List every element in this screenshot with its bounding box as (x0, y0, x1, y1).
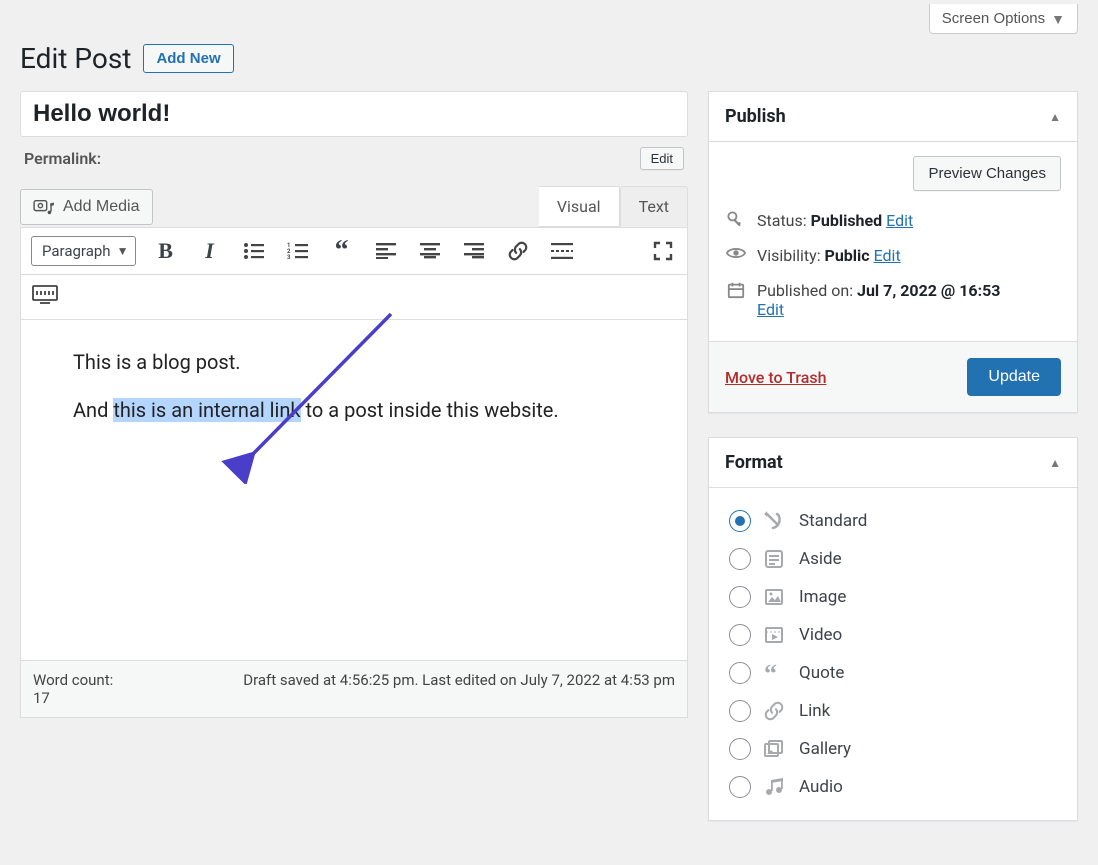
tab-text[interactable]: Text (620, 186, 688, 227)
key-icon (725, 211, 747, 229)
format-option-link[interactable]: Link (725, 692, 1061, 730)
add-new-button[interactable]: Add New (143, 44, 233, 73)
read-more-button[interactable] (548, 237, 576, 265)
calendar-icon (725, 281, 747, 299)
collapse-publish-button[interactable]: ▲ (1049, 110, 1061, 124)
format-option-video[interactable]: Video (725, 616, 1061, 654)
annotation-arrow (221, 304, 421, 484)
post-title-input[interactable] (20, 91, 688, 137)
svg-text:3: 3 (287, 254, 291, 260)
status-label: Status: (757, 211, 811, 230)
content-line-2: And this is an internal link to a post i… (73, 398, 635, 422)
permalink-label: Permalink: (24, 149, 101, 168)
visibility-value: Public (825, 246, 870, 265)
radio-video[interactable] (729, 624, 751, 646)
chevron-down-icon: ▼ (117, 244, 129, 258)
format-option-standard[interactable]: Standard (725, 502, 1061, 540)
edit-status-link[interactable]: Edit (886, 211, 913, 230)
video-icon (763, 624, 787, 646)
update-button[interactable]: Update (967, 358, 1061, 396)
page-title: Edit Post (20, 42, 131, 75)
edit-date-link[interactable]: Edit (757, 300, 784, 319)
align-right-button[interactable] (460, 237, 488, 265)
format-label-link: Link (799, 701, 830, 721)
publish-heading: Publish (725, 106, 786, 127)
fullscreen-button[interactable] (649, 237, 677, 265)
visibility-label: Visibility: (757, 246, 825, 265)
radio-standard[interactable] (729, 510, 751, 532)
status-value: Published (811, 211, 883, 230)
bullet-list-button[interactable] (240, 237, 268, 265)
link-icon (763, 700, 787, 722)
permalink-edit-button[interactable]: Edit (640, 147, 684, 170)
published-value: Jul 7, 2022 @ 16:53 (857, 281, 1000, 300)
format-option-image[interactable]: Image (725, 578, 1061, 616)
edit-visibility-link[interactable]: Edit (874, 246, 901, 265)
word-count-value: 17 (33, 689, 50, 707)
align-left-button[interactable] (372, 237, 400, 265)
publish-box: Publish ▲ Preview Changes Status: Publis… (708, 91, 1078, 413)
aside-icon (763, 548, 787, 570)
format-label-gallery: Gallery (799, 739, 851, 759)
eye-icon (725, 246, 747, 260)
align-center-button[interactable] (416, 237, 444, 265)
add-media-button[interactable]: Add Media (20, 189, 153, 225)
radio-audio[interactable] (729, 776, 751, 798)
block-format-value: Paragraph (42, 242, 111, 260)
format-option-audio[interactable]: Audio (725, 768, 1061, 806)
image-icon (763, 586, 787, 608)
audio-icon (763, 776, 787, 798)
draft-saved-message: Draft saved at 4:56:25 pm. Last edited o… (163, 671, 675, 707)
tab-visual[interactable]: Visual (539, 186, 620, 227)
preview-changes-button[interactable]: Preview Changes (913, 156, 1061, 191)
format-heading: Format (725, 452, 783, 473)
format-label-aside: Aside (799, 549, 842, 569)
editor-content[interactable]: This is a blog post. And this is an inte… (21, 320, 687, 660)
format-label-standard: Standard (799, 511, 867, 531)
toolbar-toggle-button[interactable] (31, 281, 59, 309)
camera-music-icon (33, 198, 55, 216)
format-box: Format ▲ Standard Aside Image Video “ Quote Li… (708, 437, 1078, 821)
move-to-trash-link[interactable]: Move to Trash (725, 368, 826, 387)
format-label-audio: Audio (799, 777, 843, 797)
radio-aside[interactable] (729, 548, 751, 570)
svg-text:“: “ (764, 662, 777, 684)
standard-icon (763, 510, 787, 532)
editor-toolbar: Paragraph ▼ B I 123 “ (21, 228, 687, 275)
word-count-label: Word count: (33, 671, 113, 689)
format-option-aside[interactable]: Aside (725, 540, 1061, 578)
format-option-quote[interactable]: “ Quote (725, 654, 1061, 692)
selected-text: this is an internal link (113, 398, 300, 422)
radio-gallery[interactable] (729, 738, 751, 760)
link-button[interactable] (504, 237, 532, 265)
italic-button[interactable]: I (196, 237, 224, 265)
block-format-select[interactable]: Paragraph ▼ (31, 236, 136, 266)
radio-link[interactable] (729, 700, 751, 722)
gallery-icon (763, 738, 787, 760)
format-label-video: Video (799, 625, 842, 645)
numbered-list-button[interactable]: 123 (284, 237, 312, 265)
editor-statusbar: Word count: 17 Draft saved at 4:56:25 pm… (20, 661, 688, 718)
published-label: Published on: (757, 281, 857, 300)
radio-quote[interactable] (729, 662, 751, 684)
screen-options-button[interactable]: Screen Options ▼ (929, 4, 1078, 34)
bold-button[interactable]: B (152, 237, 180, 265)
quote-icon: “ (763, 662, 787, 684)
blockquote-button[interactable]: “ (328, 237, 356, 265)
collapse-format-button[interactable]: ▲ (1049, 456, 1061, 470)
content-line-1: This is a blog post. (73, 350, 635, 374)
chevron-down-icon: ▼ (1051, 11, 1065, 27)
radio-image[interactable] (729, 586, 751, 608)
format-label-image: Image (799, 587, 846, 607)
format-label-quote: Quote (799, 663, 844, 683)
add-media-label: Add Media (63, 198, 140, 216)
screen-options-label: Screen Options (942, 10, 1045, 27)
format-option-gallery[interactable]: Gallery (725, 730, 1061, 768)
